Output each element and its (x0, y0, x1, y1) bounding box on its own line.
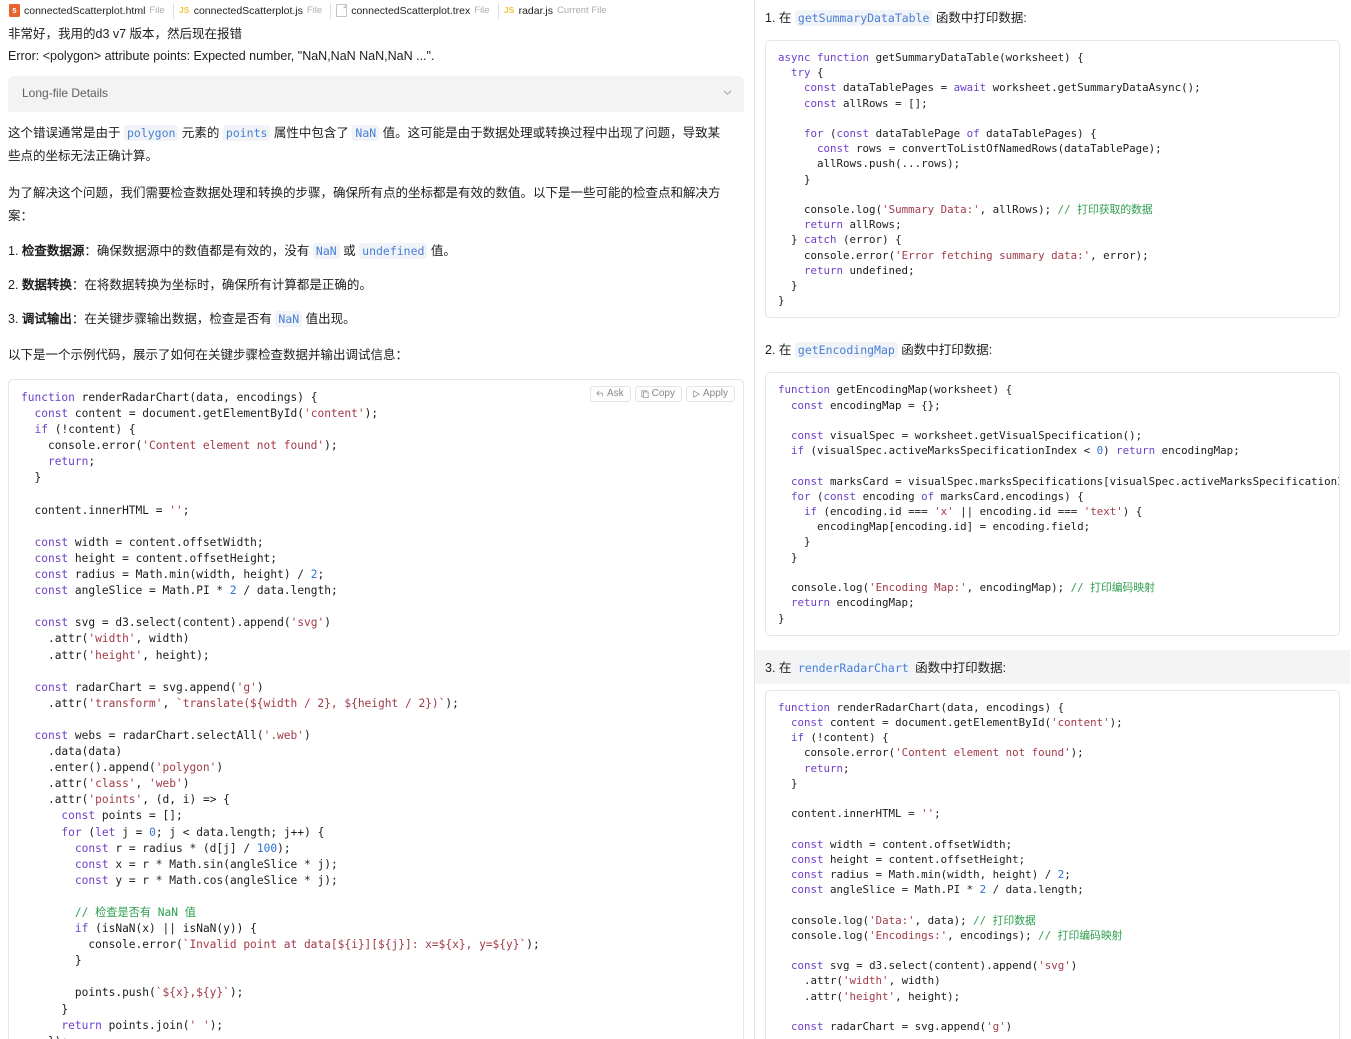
suggestion-title: 调试输出 (21, 312, 72, 326)
file-tab-name: connectedScatterplot.html (24, 4, 146, 17)
right-code-block: async function getSummaryDataTable(works… (765, 40, 1340, 319)
long-file-details-panel[interactable]: Long-file Details (8, 76, 744, 112)
explanation-paragraph-3: 以下是一个示例代码，展示了如何在关键步骤检查数据并输出调试信息： (8, 348, 409, 362)
copy-button[interactable]: Copy (634, 386, 682, 402)
left-code-block: Ask Copy Apply function renderRadarChart… (8, 379, 744, 1039)
suggestion-text: 或 (339, 244, 360, 258)
copy-icon (641, 389, 649, 398)
right-code-content: async function getSummaryDataTable(works… (778, 51, 1201, 308)
inline-code: points (222, 125, 271, 141)
file-tab-bar[interactable]: 5 connectedScatterplot.html File JS connecte… (0, 0, 754, 19)
apply-label: Apply (702, 388, 728, 399)
inline-code: NaN (312, 243, 340, 259)
suggestion-number: 1. (8, 244, 22, 258)
right-code-content: function getEncodingMap(worksheet) { con… (778, 383, 1339, 625)
generic-file-icon (336, 4, 348, 17)
reply-arrow-icon (596, 390, 603, 396)
suggestion-text: ：在将数据转换为坐标时，确保所有计算都是正确的。 (71, 278, 372, 292)
suggestion-number: 3. (8, 312, 22, 326)
suggestion-number: 2. (8, 278, 22, 292)
right-code-block: function renderRadarChart(data, encoding… (765, 689, 1340, 1039)
file-tab-name: radar.js (518, 4, 554, 17)
section-suffix: 函数中打印数据: (897, 343, 993, 358)
file-tab-name: connectedScatterplot.trex (351, 4, 471, 17)
section-prefix: 在 (778, 343, 795, 358)
section-prefix: 在 (778, 660, 795, 675)
suggestion-item: 3. 调试输出：在关键步骤输出数据，检查是否有 NaN 值出现。 (0, 296, 754, 330)
copy-label: Copy (651, 388, 675, 399)
paragraph-text: 属性中包含了 (270, 126, 353, 140)
section-suffix: 函数中打印数据: (911, 660, 1007, 675)
numbered-suggestion-list: 1. 检查数据源：确保数据源中的数值都是有效的，没有 NaN 或 undefin… (0, 228, 754, 330)
file-tab-tag: File (474, 5, 490, 16)
file-tab[interactable]: JS connectedScatterplot.js File (174, 2, 332, 19)
chevron-down-icon[interactable] (723, 88, 732, 97)
right-code-content: function renderRadarChart(data, encoding… (778, 700, 1123, 1033)
file-tab-tag: Current File (557, 5, 607, 16)
suggestion-item: 2. 数据转换：在将数据转换为坐标时，确保所有计算都是正确的。 (0, 262, 754, 296)
paragraph-text: 元素的 (178, 126, 223, 140)
file-tab-tag: File (306, 5, 323, 16)
section-prefix: 在 (778, 11, 795, 25)
section-number: 2. (765, 343, 779, 358)
right-code-block: function getEncodingMap(worksheet) { con… (765, 372, 1340, 636)
js-file-icon: JS (179, 5, 190, 15)
suggestion-title: 检查数据源 (21, 244, 85, 258)
left-code-content: function renderRadarChart(data, encoding… (21, 391, 540, 1039)
suggestion-text: ：在关键步骤输出数据，检查是否有 (71, 312, 276, 326)
suggestion-text: 值出现。 (302, 312, 356, 326)
explanation-paragraph-2: 为了解决这个问题，我们需要检查数据处理和转换的步骤，确保所有点的坐标都是有效的数… (8, 186, 721, 223)
app-root: 5 connectedScatterplot.html File JS connecte… (0, 0, 1351, 1039)
section-suffix: 函数中打印数据: (932, 11, 1027, 25)
suggestion-item: 1. 检查数据源：确保数据源中的数值都是有效的，没有 NaN 或 undefin… (0, 228, 754, 262)
explanation-paragraph-1: 这个错误通常是由于 polygon 元素的 points 属性中包含了 NaN … (0, 112, 754, 168)
file-tab[interactable]: connectedScatterplot.trex File (331, 2, 499, 19)
inline-code: NaN (352, 125, 380, 141)
inline-code: NaN (275, 311, 303, 327)
reference-pane: 1. 在 getSummaryDataTable 函数中打印数据: async f… (755, 0, 1350, 1039)
inline-code: undefined (359, 243, 428, 259)
suggestion-title: 数据转换 (21, 278, 72, 292)
ask-button[interactable]: Ask (589, 386, 631, 402)
section-heading: 2. 在 getEncodingMap 函数中打印数据: (755, 332, 1350, 366)
section-number: 1. (765, 11, 779, 25)
long-file-details-title: Long-file Details (22, 86, 109, 100)
inline-code: getSummaryDataTable (794, 10, 933, 26)
inline-code: renderRadarChart (794, 659, 912, 676)
inline-code: getEncodingMap (794, 342, 898, 359)
apply-button[interactable]: Apply (685, 386, 735, 402)
suggestion-text: 值。 (427, 244, 456, 258)
section-heading: 3. 在 renderRadarChart 函数中打印数据: (755, 649, 1350, 684)
file-tab-name: connectedScatterplot.js (193, 4, 303, 17)
section-heading: 1. 在 getSummaryDataTable 函数中打印数据: (755, 0, 1350, 34)
file-tab[interactable]: 5 connectedScatterplot.html File (4, 2, 174, 19)
ask-label: Ask (606, 388, 624, 399)
section-number: 3. (765, 660, 779, 675)
js-file-icon: JS (503, 5, 515, 15)
error-message: Error: <polygon> attribute points: Expec… (8, 49, 435, 63)
inline-code: polygon (123, 125, 179, 141)
chat-pane: 5 connectedScatterplot.html File JS connecte… (0, 0, 755, 1039)
play-triangle-icon (693, 389, 700, 398)
file-tab[interactable]: JS radar.js Current File (499, 3, 615, 19)
user-message: 非常好，我用的d3 v7 版本，然后现在报错 (8, 27, 243, 41)
suggestion-text: ：确保数据源中的数值都是有效的，没有 (84, 244, 313, 258)
html5-file-icon: 5 (9, 4, 20, 17)
file-tab-tag: File (149, 5, 165, 16)
paragraph-text: 这个错误通常是由于 (8, 126, 124, 140)
code-action-toolbar[interactable]: Ask Copy Apply (589, 386, 735, 402)
